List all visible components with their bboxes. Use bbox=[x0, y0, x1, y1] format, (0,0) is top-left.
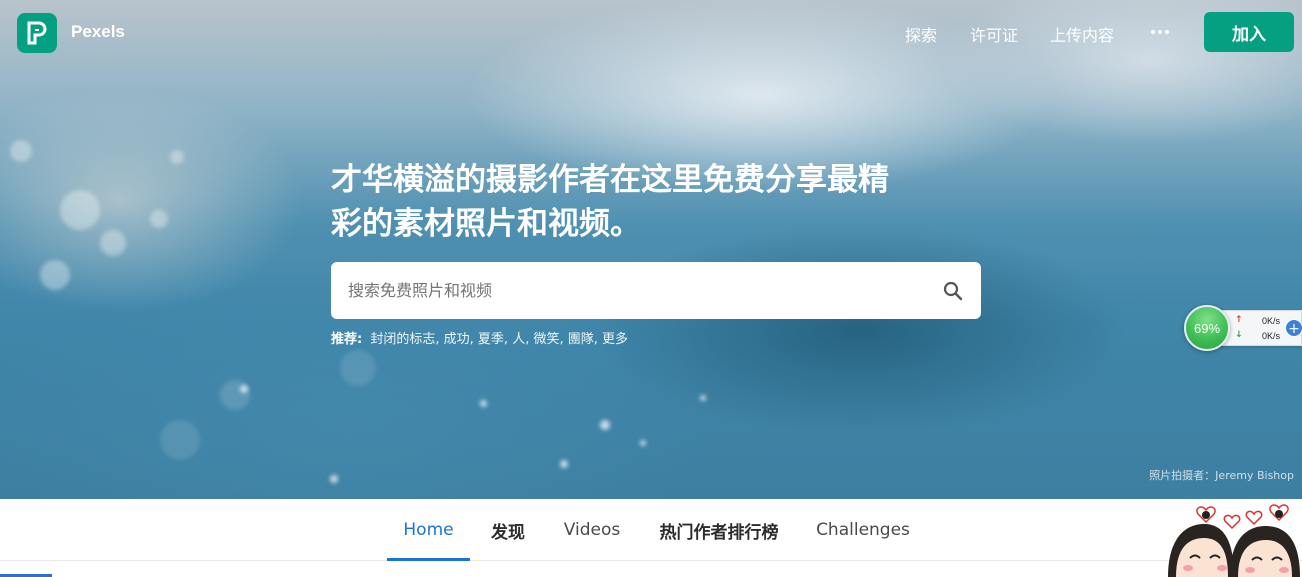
net-gauge[interactable]: 69% bbox=[1184, 305, 1230, 351]
more-dots-icon[interactable] bbox=[1151, 30, 1169, 34]
upload-arrow-icon: ↑ bbox=[1235, 315, 1243, 325]
download-arrow-icon: ↓ bbox=[1235, 330, 1243, 340]
suggest-tag[interactable]: 微笑 bbox=[533, 332, 559, 347]
suggest-tag[interactable]: 團隊 bbox=[568, 332, 594, 347]
download-speed: 0K/s bbox=[1262, 331, 1281, 341]
headline-line-1: 才华横溢的摄影作者在这里免费分享最精 bbox=[331, 162, 889, 198]
suggest-label: 推荐: bbox=[331, 332, 363, 347]
suggest-tag[interactable]: 成功 bbox=[444, 332, 470, 347]
tab-challenges[interactable]: Challenges bbox=[807, 499, 919, 561]
suggest-tag[interactable]: 封闭的标志 bbox=[370, 332, 435, 347]
network-speed-widget[interactable]: 69% ↑ 0K/s ↓ 0K/s + bbox=[1182, 305, 1302, 351]
upload-speed: 0K/s bbox=[1262, 316, 1281, 326]
search-suggestions: 推荐: 封闭的标志, 成功, 夏季, 人, 微笑, 團隊, 更多 bbox=[331, 332, 629, 347]
hero-headline: 才华横溢的摄影作者在这里免费分享最精 彩的素材照片和视频。 bbox=[331, 158, 991, 246]
tab-videos[interactable]: Videos bbox=[554, 499, 630, 561]
page-bottom bbox=[0, 561, 1302, 577]
search-input[interactable] bbox=[331, 262, 925, 319]
content-tabs: Home 发现 Videos 热门作者排行榜 Challenges bbox=[0, 499, 1302, 561]
suggest-more[interactable]: 更多 bbox=[602, 332, 628, 347]
headline-line-2: 彩的素材照片和视频。 bbox=[331, 206, 641, 242]
tab-leaderboard[interactable]: 热门作者排行榜 bbox=[648, 499, 790, 561]
mascot-sticker[interactable] bbox=[1162, 500, 1302, 577]
photo-credit[interactable]: 照片拍摄者：Jeremy Bishop bbox=[1149, 467, 1294, 483]
join-button[interactable]: 加入 bbox=[1204, 12, 1294, 52]
suggest-tag[interactable]: 夏季 bbox=[478, 332, 504, 347]
top-nav: Pexels 探索 许可证 上传内容 加入 bbox=[0, 0, 1302, 66]
nav-explore[interactable]: 探索 bbox=[905, 22, 937, 46]
nav-license[interactable]: 许可证 bbox=[970, 22, 1018, 46]
brand-name[interactable]: Pexels bbox=[71, 22, 125, 42]
search-bar bbox=[331, 262, 981, 319]
plus-icon[interactable]: + bbox=[1285, 319, 1302, 337]
pexels-logo-icon[interactable] bbox=[17, 13, 57, 53]
hero-background bbox=[0, 0, 1302, 499]
tab-home[interactable]: Home bbox=[387, 499, 470, 561]
search-icon[interactable] bbox=[925, 262, 981, 319]
nav-upload[interactable]: 上传内容 bbox=[1050, 22, 1114, 46]
suggest-tag[interactable]: 人 bbox=[512, 332, 525, 347]
tab-discover[interactable]: 发现 bbox=[478, 499, 538, 561]
